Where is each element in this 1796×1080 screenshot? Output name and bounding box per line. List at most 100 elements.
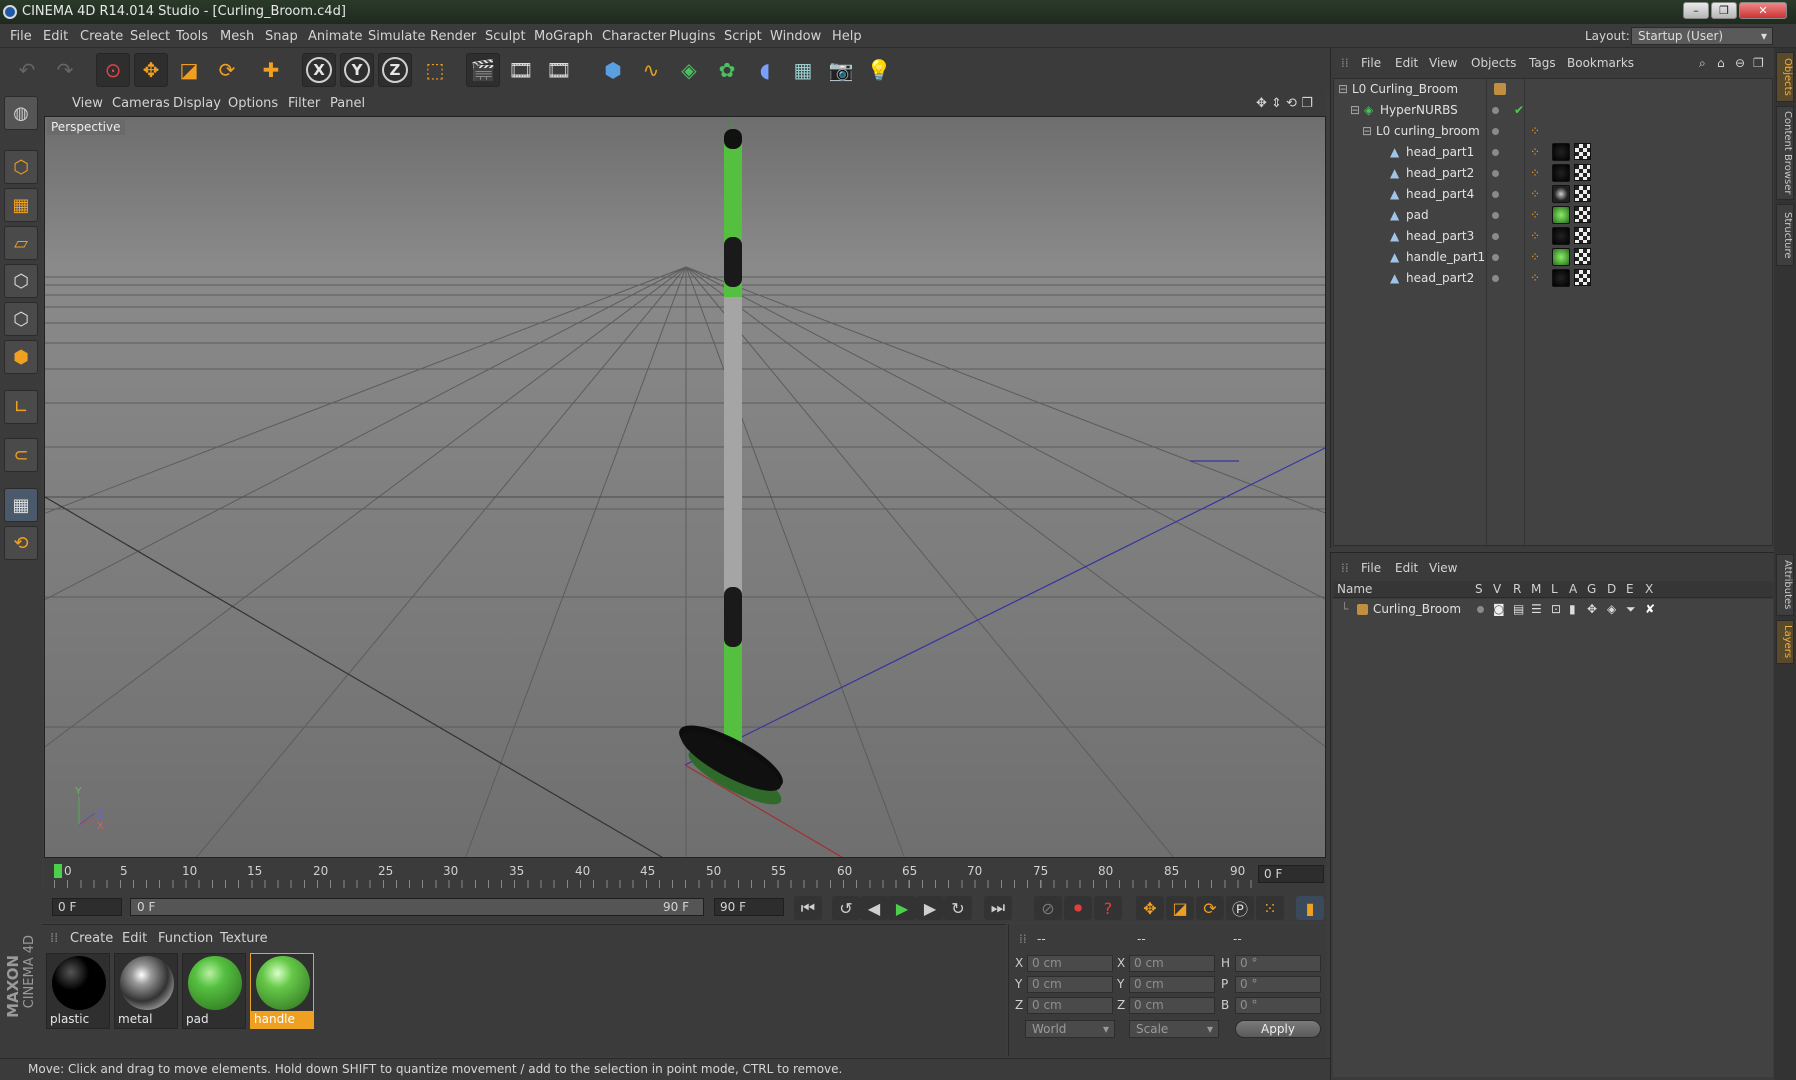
position-z-field[interactable]: 0 cm	[1027, 997, 1113, 1014]
filter-icon[interactable]: ⊖	[1735, 56, 1745, 70]
maximize-button[interactable]: ❐	[1711, 2, 1737, 19]
polygons-mode-button[interactable]: ⬢	[4, 340, 38, 374]
uvw-tag-icon[interactable]	[1574, 227, 1591, 244]
home-icon[interactable]: ⌂	[1717, 56, 1725, 70]
previous-frame-button[interactable]: ◀	[860, 896, 888, 920]
workplane-mode-button[interactable]: ▱	[4, 226, 38, 260]
menu-animate[interactable]: Animate	[308, 29, 362, 44]
add-floor-button[interactable]: ▦	[786, 53, 820, 87]
menu-plugins[interactable]: Plugins	[669, 29, 716, 44]
coord-system-select[interactable]: World ▾	[1025, 1020, 1115, 1038]
menu-snap[interactable]: Snap	[265, 29, 298, 44]
object-row[interactable]: ⊟ L0 curling_broom ⁘	[1334, 121, 1772, 142]
rotation-h-field[interactable]: 0 °	[1235, 955, 1321, 972]
workplane-lock-button[interactable]: ▦	[4, 488, 38, 522]
material-tag-plastic[interactable]	[1552, 269, 1570, 287]
menu-mesh[interactable]: Mesh	[220, 29, 254, 44]
menu-create[interactable]: Create	[80, 29, 123, 44]
key-parameter-button[interactable]: Ⓟ	[1226, 896, 1254, 920]
layer-color-swatch[interactable]	[1357, 604, 1368, 615]
apply-button[interactable]: Apply	[1235, 1020, 1321, 1038]
planar-workplane-button[interactable]: ⟲	[4, 526, 38, 560]
layout-select[interactable]: Startup (User) ▾	[1631, 27, 1773, 45]
visibility-dot[interactable]	[1492, 191, 1499, 198]
move-button[interactable]: ✥	[134, 53, 168, 87]
phong-tag-icon[interactable]: ⁘	[1530, 229, 1540, 243]
om-menu-bookmarks[interactable]: Bookmarks	[1567, 56, 1634, 70]
end-frame-field[interactable]: 90 F	[714, 898, 784, 916]
om-menu-view[interactable]: View	[1429, 56, 1457, 70]
key-scale-button[interactable]: ◪	[1166, 896, 1194, 920]
tab-attributes[interactable]: Attributes	[1776, 554, 1794, 616]
drag-handle-icon[interactable]: ⁞⁞	[1341, 56, 1349, 70]
add-nurbs-button[interactable]: ◈	[672, 53, 706, 87]
add-camera-button[interactable]: 📷	[824, 53, 858, 87]
3d-viewport[interactable]: Y X Z Perspective	[44, 116, 1326, 858]
object-row[interactable]: ⊟ L0 Curling_Broom	[1334, 79, 1772, 100]
close-button[interactable]: ✕	[1739, 2, 1787, 19]
phong-tag-icon[interactable]: ⁘	[1530, 145, 1540, 159]
position-x-field[interactable]: 0 cm	[1027, 955, 1113, 972]
collapse-icon[interactable]: ⊟	[1350, 103, 1360, 117]
points-mode-button[interactable]: ⬡	[4, 264, 38, 298]
column-name[interactable]: Name	[1337, 582, 1372, 596]
curling-broom-model[interactable]	[671, 129, 790, 814]
column-expressions[interactable]: E	[1626, 582, 1634, 596]
phong-tag-icon[interactable]: ⁘	[1530, 250, 1540, 264]
om-menu-tags[interactable]: Tags	[1529, 56, 1556, 70]
object-row[interactable]: ▲ head_part2 ⁘	[1334, 163, 1772, 184]
om-menu-file[interactable]: File	[1361, 56, 1381, 70]
size-z-field[interactable]: 0 cm	[1129, 997, 1215, 1014]
column-manager[interactable]: M	[1531, 582, 1541, 596]
go-to-start-button[interactable]: ⏮	[794, 896, 822, 920]
tab-objects[interactable]: Objects	[1776, 52, 1794, 102]
uvw-tag-icon[interactable]	[1574, 143, 1591, 160]
object-row[interactable]: ▲ head_part4 ⁘	[1334, 184, 1772, 205]
uvw-tag-icon[interactable]	[1574, 248, 1591, 265]
object-row[interactable]: ⊟ ◈ HyperNURBS ✔	[1334, 100, 1772, 121]
playhead[interactable]	[54, 864, 62, 878]
lm-menu-file[interactable]: File	[1361, 561, 1381, 575]
phong-tag-icon[interactable]: ⁘	[1530, 166, 1540, 180]
drag-handle-icon[interactable]: ⁞⁞	[50, 931, 58, 946]
start-frame-field[interactable]: 0 F	[52, 898, 122, 916]
search-icon[interactable]: ⌕	[1699, 56, 1706, 71]
viewport-menu-panel[interactable]: Panel	[330, 96, 365, 111]
column-xref[interactable]: X	[1645, 582, 1653, 596]
visibility-dot[interactable]	[1492, 233, 1499, 240]
size-y-field[interactable]: 0 cm	[1129, 976, 1215, 993]
material-handle[interactable]: handle	[250, 953, 314, 1029]
timeline-ruler[interactable]: 0 5 10 15 20 25 30 35 40 45 50 55 60 65 …	[44, 858, 1326, 892]
menu-simulate[interactable]: Simulate	[368, 29, 425, 44]
z-axis-button[interactable]: Z	[378, 53, 412, 87]
menu-sculpt[interactable]: Sculpt	[485, 29, 526, 44]
uvw-tag-icon[interactable]	[1574, 185, 1591, 202]
column-render[interactable]: R	[1513, 582, 1521, 596]
keyframe-selection-button[interactable]: ?	[1094, 896, 1122, 920]
menu-select[interactable]: Select	[130, 29, 170, 44]
visibility-dot[interactable]	[1492, 128, 1499, 135]
snap-button[interactable]: ⊂	[4, 438, 38, 472]
add-cube-button[interactable]: ⬢	[596, 53, 630, 87]
material-tag-plastic[interactable]	[1552, 164, 1570, 182]
animation-icon[interactable]: ▮	[1569, 602, 1576, 616]
column-generators[interactable]: G	[1587, 582, 1596, 596]
object-row[interactable]: ▲ head_part3 ⁘	[1334, 226, 1772, 247]
column-view[interactable]: V	[1493, 582, 1501, 596]
visibility-dot[interactable]	[1492, 254, 1499, 261]
object-row[interactable]: ▲ head_part2 ⁘	[1334, 268, 1772, 289]
render-picture-viewer-button[interactable]: 🎞	[504, 53, 538, 87]
viewport-menu-display[interactable]: Display	[173, 96, 221, 111]
menu-render[interactable]: Render	[430, 29, 476, 44]
material-tag-plastic[interactable]	[1552, 227, 1570, 245]
material-tag-pad[interactable]	[1552, 206, 1570, 224]
material-plastic[interactable]: plastic	[46, 953, 110, 1029]
mat-menu-texture[interactable]: Texture	[220, 931, 268, 946]
manager-icon[interactable]: ☰	[1531, 602, 1542, 616]
rotate-button[interactable]: ⟳	[210, 53, 244, 87]
scale-button[interactable]: ◪	[172, 53, 206, 87]
texture-mode-button[interactable]: ▦	[4, 188, 38, 222]
previous-key-button[interactable]: ↺	[832, 896, 860, 920]
layer-row[interactable]: └ Curling_Broom ◙ ▤ ☰ ⊡ ▮ ✥ ◈ ⏷ ✘	[1333, 599, 1771, 620]
coordinate-system-button[interactable]: ⬚	[418, 53, 452, 87]
